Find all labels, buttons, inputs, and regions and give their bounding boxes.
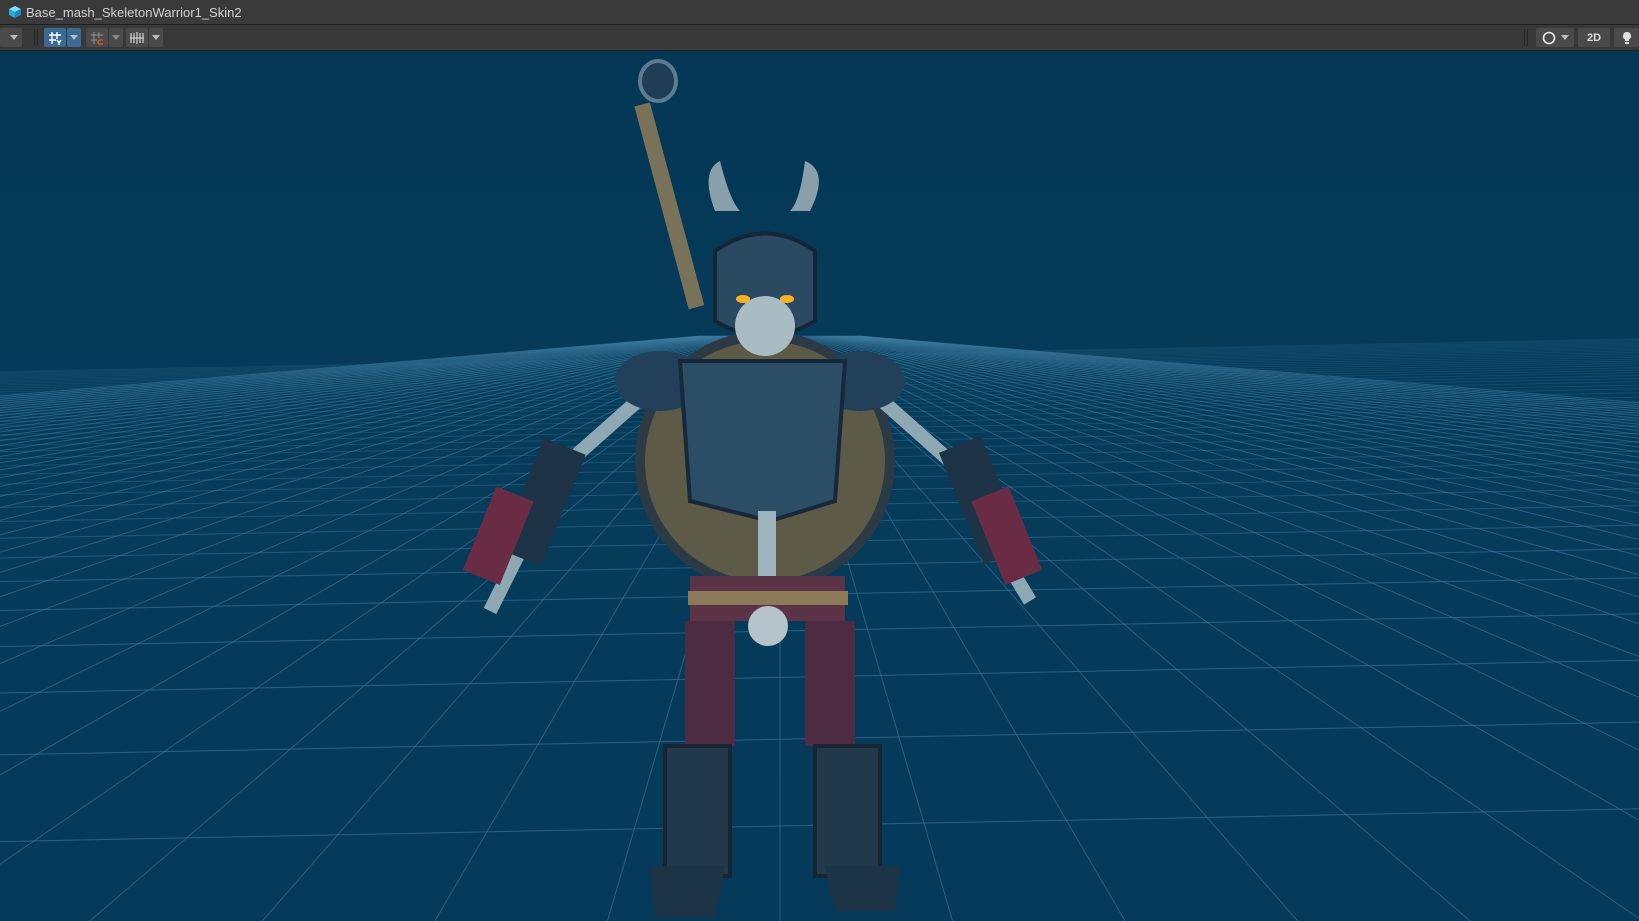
grid-snap-dropdown[interactable] bbox=[67, 28, 81, 47]
snap-increment-icon bbox=[91, 31, 103, 45]
grid-visibility-dropdown[interactable] bbox=[149, 28, 163, 47]
shading-mode-button[interactable] bbox=[1536, 28, 1574, 47]
snap-increment-button[interactable] bbox=[86, 28, 108, 47]
transform-tool-button[interactable] bbox=[0, 28, 22, 47]
prefab-cube-icon bbox=[9, 6, 21, 18]
sword-hilt bbox=[634, 59, 705, 310]
scene-viewport[interactable] bbox=[0, 51, 1639, 921]
snap-increment-dropdown[interactable] bbox=[109, 28, 123, 47]
grid-visibility-button[interactable] bbox=[126, 28, 148, 47]
lighting-toggle-button[interactable] bbox=[1614, 28, 1639, 47]
skeleton-warrior-model[interactable] bbox=[0, 51, 1639, 921]
chevron-down-icon bbox=[112, 35, 120, 40]
chevron-down-icon bbox=[152, 35, 160, 40]
scene-toolbar: 2D bbox=[0, 25, 1639, 51]
grid-visibility-icon bbox=[130, 31, 144, 44]
2d-toggle-button[interactable]: 2D bbox=[1578, 28, 1610, 47]
chevron-down-icon bbox=[1560, 35, 1569, 40]
chevron-down-icon bbox=[70, 35, 78, 40]
grid-snap-icon bbox=[49, 31, 62, 45]
title-bar: Base_mash_SkeletonWarrior1_Skin2 bbox=[0, 0, 1639, 25]
shading-mode-icon bbox=[1542, 31, 1555, 44]
chevron-down-icon bbox=[10, 35, 18, 40]
lighting-icon bbox=[1622, 31, 1631, 44]
window-title: Base_mash_SkeletonWarrior1_Skin2 bbox=[26, 4, 242, 20]
grid-snap-button[interactable] bbox=[44, 28, 66, 47]
